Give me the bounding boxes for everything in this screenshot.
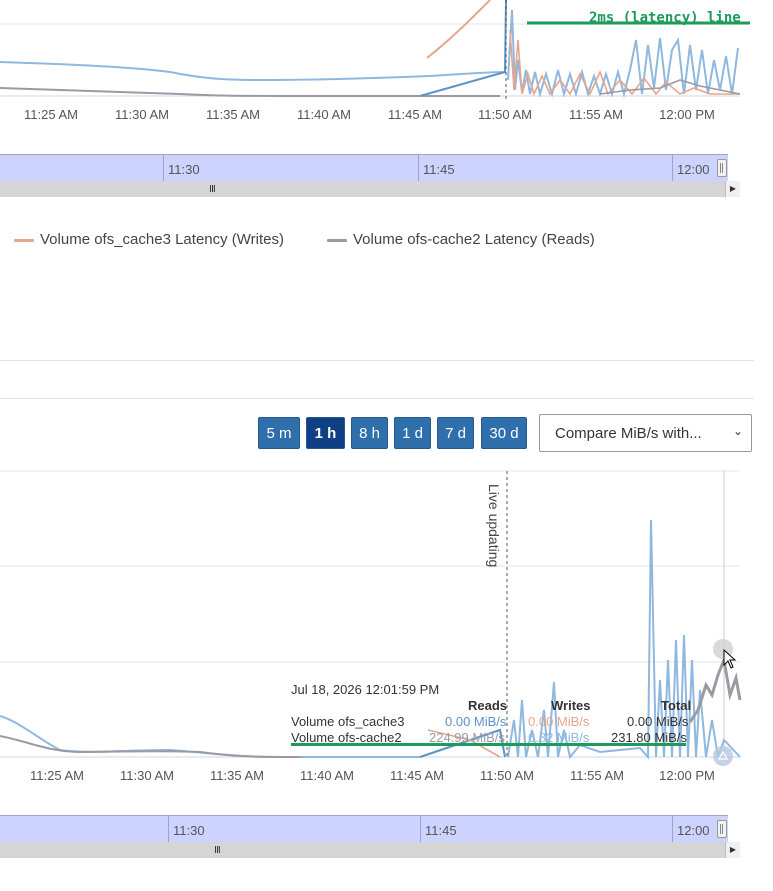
x-tick-label: 11:55 AM <box>570 768 624 783</box>
series-line-reads-cache3-light <box>0 61 506 82</box>
series-line-reads-cache3 <box>419 0 507 97</box>
legend-label: Volume ofs-cache2 Latency (Reads) <box>353 231 595 248</box>
divider <box>0 398 754 399</box>
navigator-label: 11:30 <box>173 823 205 838</box>
x-tick-label: 11:40 AM <box>297 107 351 122</box>
navigator-label: 11:45 <box>425 823 457 838</box>
range-button-5m[interactable]: 5 m <box>258 417 300 449</box>
throughput-chart: Live updating Jul 18, 2026 12:01:59 PM R… <box>0 460 773 790</box>
navigator-label: 12:00 <box>677 162 710 177</box>
legend-swatch <box>327 238 347 242</box>
tooltip-header-total: Total <box>661 698 692 713</box>
x-tick-label: 11:35 AM <box>210 768 264 783</box>
compare-select[interactable]: Compare MiB/s with... ⌄ <box>539 414 752 452</box>
top-scrollbar[interactable]: III ▶ <box>0 181 740 197</box>
compare-select-value: Compare MiB/s with... <box>555 425 702 442</box>
range-button-1d[interactable]: 1 d <box>394 417 431 449</box>
series-line-noise-gray <box>688 654 742 723</box>
navigator-label: 11:45 <box>423 162 455 177</box>
scroll-right-arrow-icon[interactable]: ▶ <box>725 842 740 858</box>
x-tick-label: 11:50 AM <box>478 107 532 122</box>
series-line-noise-salmon <box>509 29 740 97</box>
legend-swatch <box>14 238 34 242</box>
x-tick-label: 12:00 PM <box>659 107 715 122</box>
navigator-label: 12:00 <box>677 823 710 838</box>
latency-chart-plot: 2ms (latency) line <box>0 0 750 100</box>
range-button-7d[interactable]: 7 d <box>437 417 474 449</box>
divider <box>0 360 754 361</box>
live-updating-label: Live updating <box>486 484 502 567</box>
x-tick-label: 11:50 AM <box>480 768 534 783</box>
hover-marker-bottom[interactable] <box>713 746 733 766</box>
range-button-30d[interactable]: 30 d <box>481 417 527 449</box>
range-button-1h[interactable]: 1 h <box>306 417 345 449</box>
latency-chart: 2ms (latency) line 11:25 AM 11:30 AM 11:… <box>0 0 773 130</box>
scrollbar-grip-icon[interactable]: III <box>209 184 216 195</box>
bottom-navigator[interactable]: 11:30 11:45 12:00 <box>0 815 728 842</box>
navigator-handle-right[interactable] <box>717 159 727 177</box>
navigator-handle-right[interactable] <box>717 820 727 838</box>
x-tick-label: 11:25 AM <box>30 768 84 783</box>
x-tick-label: 11:40 AM <box>300 768 354 783</box>
range-button-8h[interactable]: 8 h <box>351 417 388 449</box>
threshold-line <box>291 743 686 746</box>
x-tick-label: 11:55 AM <box>569 107 623 122</box>
x-tick-label: 11:30 AM <box>120 768 174 783</box>
tooltip-header-writes: Writes <box>551 698 591 713</box>
x-tick-label: 11:35 AM <box>206 107 260 122</box>
chevron-down-icon: ⌄ <box>732 424 743 438</box>
top-navigator[interactable]: 11:30 11:45 12:00 <box>0 154 728 181</box>
tooltip-row-total: 0.00 MiB/s <box>627 714 689 729</box>
tooltip-header-reads: Reads <box>468 698 508 713</box>
legend-item-writes-cache3[interactable]: Volume ofs_cache3 Latency (Writes) <box>14 231 284 248</box>
x-tick-label: 11:45 AM <box>388 107 442 122</box>
x-tick-label: 11:45 AM <box>390 768 444 783</box>
x-tick-label: 11:30 AM <box>115 107 169 122</box>
threshold-label: 2ms (latency) line <box>589 10 741 26</box>
tooltip-row-reads: 0.00 MiB/s <box>445 714 507 729</box>
bottom-scrollbar[interactable]: III ▶ <box>0 842 740 858</box>
series-line-writes-cache3 <box>426 0 491 59</box>
x-tick-label: 11:25 AM <box>24 107 78 122</box>
tooltip-row-name: Volume ofs_cache3 <box>291 714 405 729</box>
legend-item-reads-cache2[interactable]: Volume ofs-cache2 Latency (Reads) <box>327 231 595 248</box>
navigator-label: 11:30 <box>168 162 200 177</box>
tooltip-timestamp: Jul 18, 2026 12:01:59 PM <box>291 682 440 697</box>
tooltip-row-writes: 0.00 MiB/s <box>528 714 590 729</box>
scrollbar-grip-icon[interactable]: III <box>214 845 221 856</box>
series-line-reads-cache2 <box>0 735 301 758</box>
scroll-right-arrow-icon[interactable]: ▶ <box>725 181 740 197</box>
x-tick-label: 12:00 PM <box>659 768 715 783</box>
legend-label: Volume ofs_cache3 Latency (Writes) <box>40 231 285 248</box>
